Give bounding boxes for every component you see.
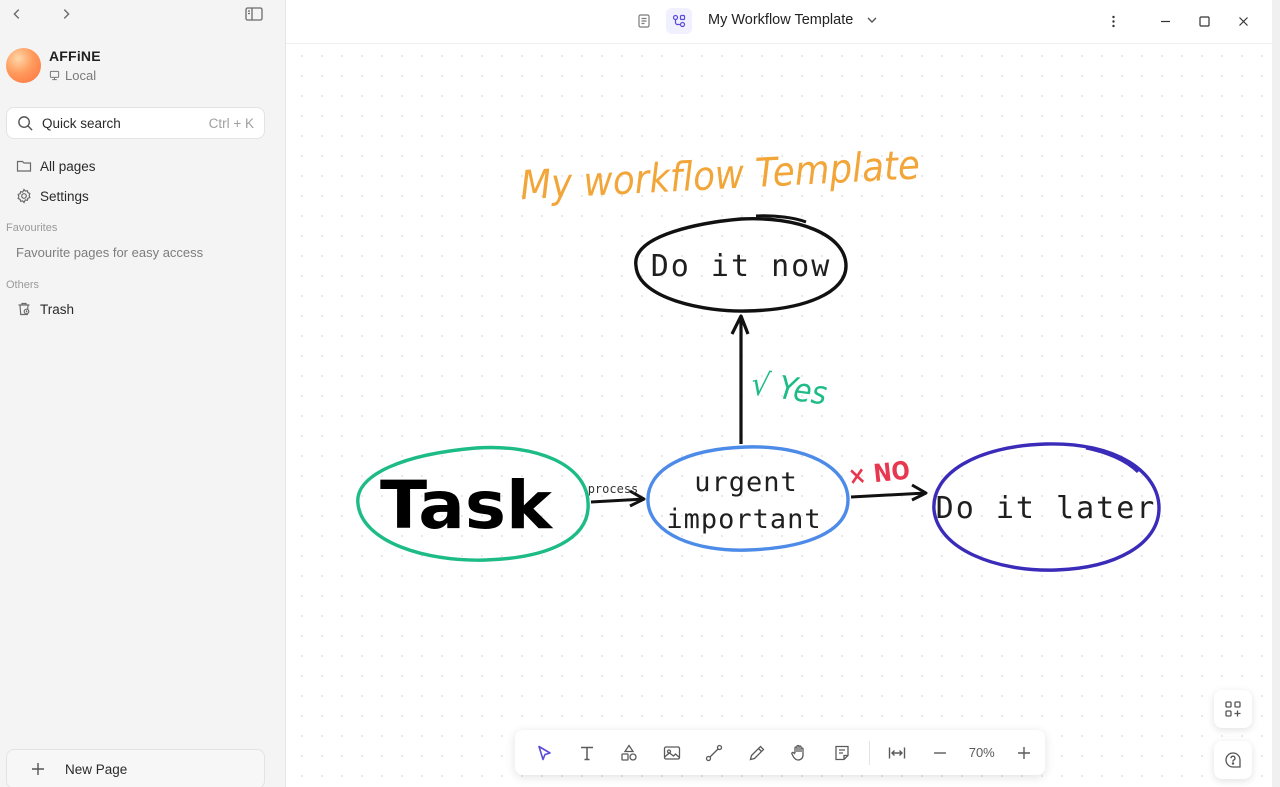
- quick-search[interactable]: Quick search Ctrl + K: [6, 107, 265, 139]
- shapes-tool[interactable]: [608, 736, 651, 770]
- connector-tool[interactable]: [693, 736, 736, 770]
- header-bar: My Workflow Template: [286, 0, 1272, 44]
- close-icon: [1238, 16, 1248, 26]
- connector-icon: [706, 744, 723, 761]
- maximize-button[interactable]: [1191, 10, 1217, 32]
- trash-icon: [18, 302, 30, 316]
- arrow-to-do-it-now[interactable]: [730, 314, 750, 444]
- local-storage-icon: [49, 70, 60, 81]
- search-icon: [18, 115, 33, 131]
- others-heading: Others: [6, 279, 40, 291]
- new-page-label: New Page: [65, 761, 128, 777]
- sidebar-item-label: Settings: [40, 188, 89, 204]
- pointer-tool[interactable]: [523, 736, 566, 770]
- gear-icon: [17, 188, 31, 204]
- zoom-in-icon: [1017, 746, 1030, 759]
- sidebar-item-settings[interactable]: Settings: [16, 188, 89, 204]
- node-task-label: Task: [380, 467, 554, 544]
- edgeless-toolbar: 70%: [515, 730, 1045, 775]
- sidebar-item-label: Trash: [40, 301, 75, 317]
- edgeless-mode-button[interactable]: [666, 8, 692, 34]
- minimize-icon: [1160, 20, 1170, 22]
- image-icon: [663, 745, 680, 760]
- no-label[interactable]: × NO: [847, 456, 912, 491]
- frame-grid-icon: [1225, 701, 1241, 717]
- workspace-card[interactable]: AFFiNE Local: [6, 48, 101, 83]
- workspace-name: AFFiNE: [49, 48, 101, 64]
- text-tool[interactable]: [566, 736, 609, 770]
- zoom-level: 70%: [968, 745, 995, 760]
- text-icon: [580, 746, 593, 760]
- zoom-in-button[interactable]: [1003, 736, 1046, 770]
- add-frame-button[interactable]: [1214, 690, 1252, 728]
- pen-tool[interactable]: [736, 736, 779, 770]
- workspace-type: Local: [65, 68, 97, 83]
- document-title[interactable]: My Workflow Template: [708, 12, 879, 28]
- node-urgent-label-line1: urgent: [694, 467, 798, 498]
- workspace-avatar: [6, 48, 41, 83]
- edge-process-label: process: [588, 482, 639, 496]
- no-label-text: × NO: [847, 456, 912, 491]
- more-menu-button[interactable]: [1100, 10, 1126, 32]
- quick-search-shortcut: Ctrl + K: [208, 115, 254, 131]
- favourites-heading: Favourites: [6, 222, 58, 234]
- node-task[interactable]: Task: [356, 445, 590, 562]
- shapes-icon: [621, 743, 637, 761]
- edgeless-canvas[interactable]: My Workflow Template My workflow Templat…: [286, 0, 1272, 787]
- zoom-out-button[interactable]: [918, 736, 961, 770]
- node-urgent-important[interactable]: urgent important: [646, 445, 850, 552]
- plus-icon: [32, 763, 44, 775]
- note-tool[interactable]: [821, 736, 864, 770]
- sidebar-item-trash[interactable]: Trash: [16, 301, 74, 317]
- whiteboard-drawing[interactable]: My workflow Template Do it now √ Yes Tas…: [286, 44, 1272, 787]
- chevron-left-icon: [13, 9, 20, 19]
- sidebar-item-all-pages[interactable]: All pages: [16, 158, 96, 174]
- chevron-right-icon: [63, 9, 70, 19]
- yes-label[interactable]: √ Yes: [749, 364, 830, 412]
- maximize-icon: [1198, 15, 1210, 27]
- pen-icon: [749, 745, 765, 760]
- hand-tool[interactable]: [778, 736, 821, 770]
- node-do-it-later-label: Do it later: [936, 491, 1157, 526]
- zoom-out-icon: [933, 751, 946, 754]
- node-do-it-later[interactable]: Do it later: [932, 442, 1161, 572]
- toggle-sidebar-button[interactable]: [242, 4, 266, 24]
- favourites-empty-text: Favourite pages for easy access: [16, 245, 204, 260]
- hand-icon: [791, 744, 804, 761]
- page-mode-icon: [638, 14, 650, 28]
- node-do-it-now[interactable]: Do it now: [634, 214, 848, 313]
- sidebar-toggle-icon: [245, 7, 263, 21]
- fit-width-icon: [889, 747, 906, 758]
- help-button[interactable]: [1214, 741, 1252, 779]
- image-tool[interactable]: [651, 736, 694, 770]
- close-button[interactable]: [1230, 10, 1256, 32]
- fit-to-screen-button[interactable]: [876, 736, 919, 770]
- forward-button[interactable]: [55, 4, 77, 24]
- minimize-button[interactable]: [1152, 10, 1178, 32]
- note-icon: [835, 745, 849, 760]
- yes-label-text: √ Yes: [749, 364, 830, 412]
- help-icon: [1225, 752, 1241, 768]
- more-vertical-icon: [1111, 15, 1115, 27]
- folder-icon: [16, 160, 32, 172]
- pointer-icon: [538, 745, 552, 760]
- node-do-it-now-label: Do it now: [651, 249, 832, 284]
- sidebar-item-label: All pages: [40, 158, 96, 174]
- sidebar: AFFiNE Local Quick search Ctrl + K All p…: [0, 0, 286, 787]
- window-scrollbar[interactable]: [1272, 0, 1280, 787]
- edgeless-mode-icon: [672, 14, 686, 28]
- quick-search-label: Quick search: [42, 115, 121, 131]
- arrow-process[interactable]: process: [588, 482, 646, 508]
- back-button[interactable]: [6, 4, 28, 24]
- page-mode-button[interactable]: [631, 8, 657, 34]
- handwritten-title[interactable]: My workflow Template: [519, 142, 921, 209]
- chevron-down-icon: [867, 17, 877, 23]
- node-urgent-label-line2: important: [666, 504, 821, 535]
- new-page-button[interactable]: New Page: [6, 749, 265, 787]
- toolbar-divider: [869, 740, 870, 765]
- document-title-text: My Workflow Template: [708, 12, 854, 28]
